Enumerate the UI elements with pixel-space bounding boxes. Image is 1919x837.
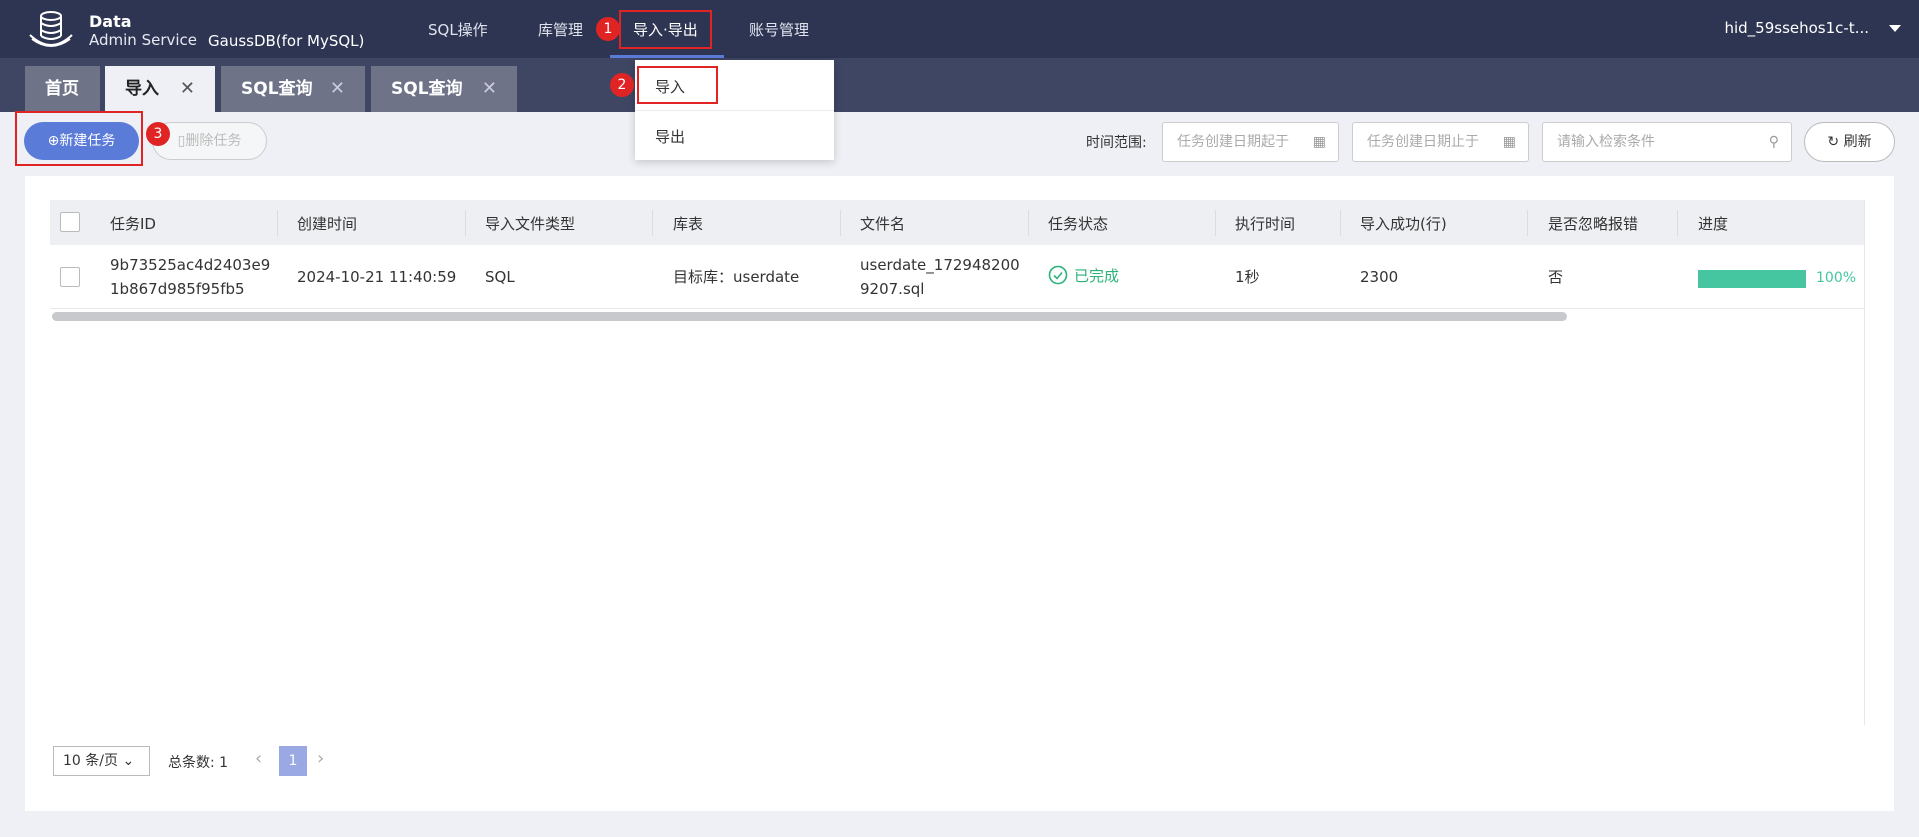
tab-strip: 首页 导入 ✕ SQL查询 ✕ SQL查询 ✕ — [0, 58, 1919, 112]
calendar-icon: ▦ — [1312, 134, 1326, 150]
end-date-field[interactable]: 任务创建日期止于 ▦ — [1352, 122, 1529, 162]
search-input[interactable]: 请输入检索条件 ⚲ — [1542, 122, 1792, 162]
check-circle-icon — [1048, 265, 1068, 285]
col-ignore-errors: 是否忽略报错 — [1548, 215, 1639, 233]
progress-label: 100% — [1816, 270, 1857, 286]
annotation-badge-2: 2 — [610, 73, 634, 97]
next-page-icon[interactable]: › — [317, 748, 324, 769]
col-filename: 文件名 — [860, 215, 906, 233]
status-text: 已完成 — [1074, 267, 1120, 285]
close-icon[interactable]: ✕ — [180, 66, 195, 112]
start-date-field[interactable]: 任务创建日期起于 ▦ — [1162, 122, 1339, 162]
filename-cell: userdate_172948200 9207.sql — [860, 253, 1020, 301]
search-placeholder: 请输入检索条件 — [1557, 134, 1655, 150]
menu-item-export[interactable]: 导出 — [655, 126, 685, 147]
time-range-label: 时间范围: — [1086, 135, 1147, 151]
annotation-box-3 — [15, 111, 143, 166]
filename-line: 9207.sql — [860, 280, 925, 298]
col-progress: 进度 — [1698, 215, 1729, 233]
end-date-placeholder: 任务创建日期止于 — [1367, 134, 1479, 150]
task-id-line: 9b73525ac4d2403e9 — [110, 256, 271, 274]
tab-label: 导入 — [125, 79, 159, 99]
column-divider — [1028, 210, 1029, 236]
product-name: GaussDB(for MySQL) — [208, 32, 365, 50]
tab-label: SQL查询 — [241, 79, 313, 99]
refresh-icon: ↻ — [1827, 134, 1840, 150]
file-type-cell: SQL — [485, 268, 515, 286]
menu-divider — [635, 110, 834, 111]
prev-page-icon[interactable]: ‹ — [255, 748, 262, 769]
progress-fill — [1698, 270, 1806, 288]
col-exec-time: 执行时间 — [1235, 215, 1296, 233]
annotation-box-1 — [619, 10, 712, 49]
col-created-time: 创建时间 — [297, 215, 358, 233]
total-count: 总条数: 1 — [168, 752, 228, 772]
col-success-rows: 导入成功(行) — [1360, 215, 1447, 233]
chevron-down-icon: ⌄ — [122, 753, 135, 769]
column-divider — [1340, 210, 1341, 236]
column-divider — [465, 210, 466, 236]
calendar-icon: ▦ — [1502, 134, 1516, 150]
page-size-select[interactable]: 10 条/页 ⌄ — [53, 746, 150, 776]
page-1-button[interactable]: 1 — [279, 746, 307, 776]
exec-time-cell: 1秒 — [1235, 268, 1260, 286]
tab-import[interactable]: 导入 ✕ — [105, 66, 215, 112]
col-task-id: 任务ID — [110, 215, 156, 233]
page-size-label: 10 条/页 — [63, 753, 118, 769]
tab-sql-query-2[interactable]: SQL查询 ✕ — [371, 66, 517, 112]
created-time-cell: 2024-10-21 11:40:59 — [297, 268, 457, 286]
row-checkbox[interactable] — [60, 267, 80, 287]
nav-account-management[interactable]: 账号管理 — [749, 19, 809, 40]
refresh-button[interactable]: ↻ 刷新 — [1804, 122, 1895, 162]
tab-label: SQL查询 — [391, 79, 463, 99]
ignore-errors-cell: 否 — [1548, 268, 1564, 286]
delete-task-button[interactable]: ▯删除任务 — [152, 122, 267, 160]
status-badge: 已完成 — [1048, 265, 1119, 286]
caret-down-icon[interactable] — [1889, 25, 1901, 32]
task-id-line: 1b867d985f95fb5 — [110, 280, 245, 298]
tab-label: 首页 — [45, 79, 79, 99]
task-id-cell[interactable]: 9b73525ac4d2403e9 1b867d985f95fb5 — [110, 253, 270, 301]
column-divider — [277, 210, 278, 236]
row-divider — [50, 308, 1864, 309]
brand-subtitle: Admin Service — [89, 31, 198, 49]
filename-line: userdate_172948200 — [860, 256, 1020, 274]
nav-sql-operations[interactable]: SQL操作 — [428, 19, 488, 40]
brand-title: Data — [89, 12, 132, 31]
column-divider — [1527, 210, 1528, 236]
success-rows-cell: 2300 — [1360, 268, 1399, 286]
annotation-badge-1: 1 — [596, 17, 620, 41]
db-table-cell: 目标库：userdate — [673, 268, 800, 286]
close-icon[interactable]: ✕ — [482, 66, 497, 112]
annotation-badge-3: 3 — [146, 122, 170, 146]
column-divider — [1677, 210, 1678, 236]
horizontal-scrollbar[interactable] — [52, 312, 1567, 321]
vertical-scrollbar-track[interactable] — [1864, 200, 1865, 725]
annotation-box-2 — [637, 66, 718, 104]
search-icon: ⚲ — [1768, 134, 1779, 150]
progress-bar — [1698, 270, 1806, 288]
nav-db-management[interactable]: 库管理 — [538, 19, 583, 40]
column-divider — [1215, 210, 1216, 236]
tab-home[interactable]: 首页 — [25, 66, 100, 112]
column-divider — [840, 210, 841, 236]
tab-sql-query-1[interactable]: SQL查询 ✕ — [221, 66, 365, 112]
col-status: 任务状态 — [1048, 215, 1109, 233]
delete-task-label: 删除任务 — [185, 133, 242, 149]
total-label: 总条数: — [168, 755, 215, 771]
top-bar: Data Admin Service GaussDB(for MySQL) SQ… — [0, 0, 1919, 58]
total-value: 1 — [219, 755, 229, 771]
col-db-table: 库表 — [673, 215, 704, 233]
start-date-placeholder: 任务创建日期起于 — [1177, 134, 1289, 150]
col-file-type: 导入文件类型 — [485, 215, 576, 233]
column-divider — [652, 210, 653, 236]
database-logo-icon — [29, 11, 73, 47]
select-all-checkbox[interactable] — [60, 212, 80, 232]
refresh-label: 刷新 — [1843, 134, 1872, 150]
user-account-menu[interactable]: hid_59ssehos1c-t... — [1724, 19, 1869, 37]
close-icon[interactable]: ✕ — [330, 66, 345, 112]
